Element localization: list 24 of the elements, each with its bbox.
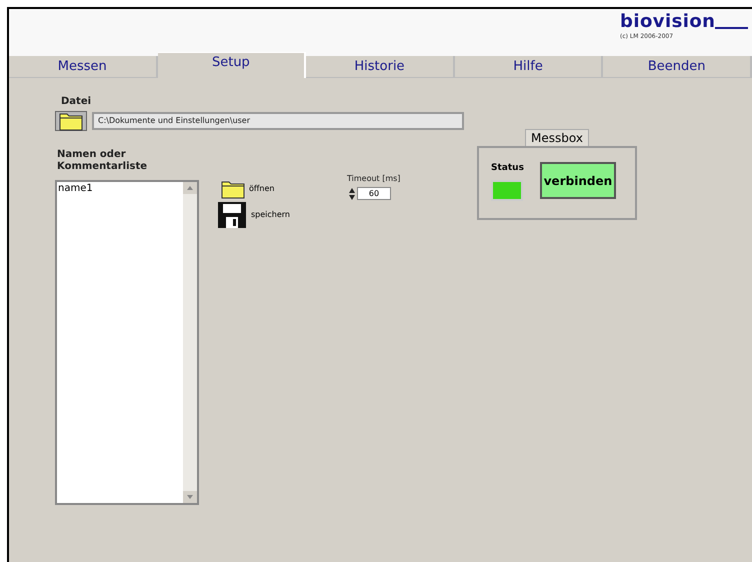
path-field[interactable]: C:\Dokumente und Einstellungen\user [92,112,464,130]
tab[interactable]: Historie [306,56,455,78]
messbox-title: Messbox [525,129,589,146]
list-label: Namen oder Kommentarliste [57,149,148,173]
scroll-up-icon[interactable] [183,182,197,194]
name-list[interactable]: name1 [55,180,199,505]
status-label: Status [491,162,524,175]
tab[interactable]: Messen [9,56,158,78]
browse-button[interactable] [55,111,87,131]
timeout-label: Timeout [ms] [347,173,402,185]
tab[interactable]: Beenden [603,56,752,78]
list-item[interactable]: name1 [57,182,183,195]
save-button[interactable]: speichern [217,201,347,229]
scroll-down-icon[interactable] [183,491,197,503]
connect-button[interactable]: verbinden [540,162,616,199]
spinner-arrows-icon[interactable] [349,188,355,200]
timeout-field[interactable]: 60 [357,187,391,200]
folder-icon [221,179,245,199]
folder-icon [59,111,83,131]
tab[interactable]: Setup [158,52,306,78]
logo: biovision [620,13,716,31]
open-button[interactable]: öffnen [217,179,347,199]
tab[interactable]: Hilfe [454,56,604,78]
file-label: Datei [61,95,92,109]
